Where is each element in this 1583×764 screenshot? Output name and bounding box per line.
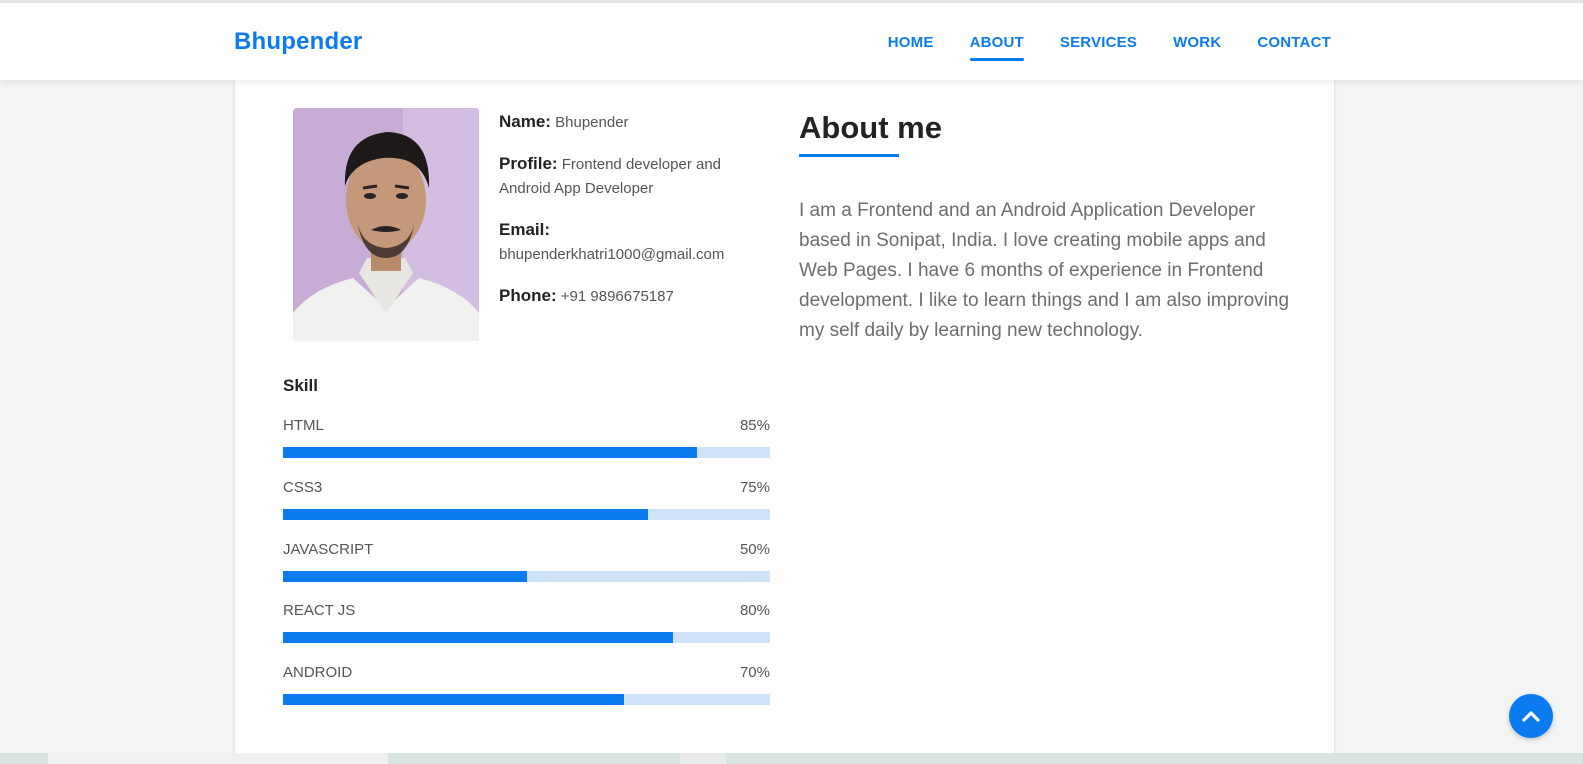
phone-row: Phone: +91 9896675187	[499, 284, 761, 309]
site-header: Bhupender HOME ABOUT SERVICES WORK CONTA…	[0, 3, 1583, 80]
nav-home[interactable]: HOME	[888, 34, 934, 51]
name-row: Name: Bhupender	[499, 110, 761, 135]
profile-row: Profile: Frontend developer and Android …	[499, 152, 761, 201]
about-heading: About me	[799, 110, 942, 145]
skill-item: ANDROID 70%	[283, 664, 770, 726]
skill-progress-fill	[283, 508, 649, 520]
about-paragraph: I am a Frontend and an Android Applicati…	[799, 200, 1290, 341]
skill-item: CSS3 75%	[283, 479, 770, 541]
nav-services[interactable]: SERVICES	[1060, 34, 1137, 51]
profile-photo	[293, 108, 479, 341]
name-label: Name:	[499, 112, 551, 131]
page: Bhupender HOME ABOUT SERVICES WORK CONTA…	[0, 0, 1583, 764]
skill-progress-fill	[283, 570, 527, 582]
email-label: Email:	[499, 220, 551, 239]
skill-progress-bar	[283, 694, 770, 705]
bottom-strip	[0, 753, 1583, 764]
skill-name: CSS3	[283, 478, 323, 496]
nav-contact[interactable]: CONTACT	[1257, 34, 1331, 51]
skill-progress-bar	[283, 632, 770, 644]
skill-name: REACT JS	[283, 602, 356, 620]
nav-work[interactable]: WORK	[1173, 34, 1221, 51]
skill-percent: 50%	[739, 540, 770, 558]
profile-label: Profile:	[499, 154, 558, 173]
email-value: bhupenderkhatri1000@gmail.com	[499, 246, 725, 263]
skills-title: Skill	[283, 376, 318, 395]
skill-progress-fill	[283, 694, 624, 705]
skill-name: HTML	[283, 417, 324, 434]
skill-progress-bar	[283, 570, 770, 582]
skill-percent: 70%	[739, 664, 770, 681]
profile-info: Name: Bhupender Profile: Frontend develo…	[499, 110, 761, 326]
about-section: Name: Bhupender Profile: Frontend develo…	[234, 80, 1335, 764]
nav-about[interactable]: ABOUT	[969, 34, 1025, 61]
chevron-up-icon	[1522, 711, 1540, 722]
skill-percent: 80%	[739, 602, 770, 620]
phone-label: Phone:	[499, 286, 557, 305]
skill-progress-fill	[283, 447, 697, 458]
skill-progress-bar	[283, 508, 770, 520]
skill-progress-fill	[283, 632, 673, 644]
name-value: Bhupender	[555, 114, 629, 131]
main-nav: HOME ABOUT SERVICES WORK CONTACT	[888, 34, 1331, 61]
heading-underline	[799, 154, 899, 157]
skill-percent: 85%	[739, 417, 770, 434]
phone-value: +91 9896675187	[560, 288, 674, 305]
skills-list: HTML 85% CSS3 75% JAVASCRIPT 50% REACT J…	[283, 417, 770, 726]
skill-item: HTML 85%	[283, 417, 770, 479]
email-row: Email: bhupenderkhatri1000@gmail.com	[499, 218, 761, 267]
scroll-to-top-button[interactable]	[1509, 694, 1553, 738]
skill-name: ANDROID	[283, 664, 353, 681]
skill-item: REACT JS 80%	[283, 602, 770, 664]
skill-progress-bar	[283, 447, 770, 458]
skill-percent: 75%	[739, 478, 770, 496]
brand-logo[interactable]: Bhupender	[234, 28, 362, 56]
skill-name: JAVASCRIPT	[283, 540, 374, 558]
skill-item: JAVASCRIPT 50%	[283, 541, 770, 603]
